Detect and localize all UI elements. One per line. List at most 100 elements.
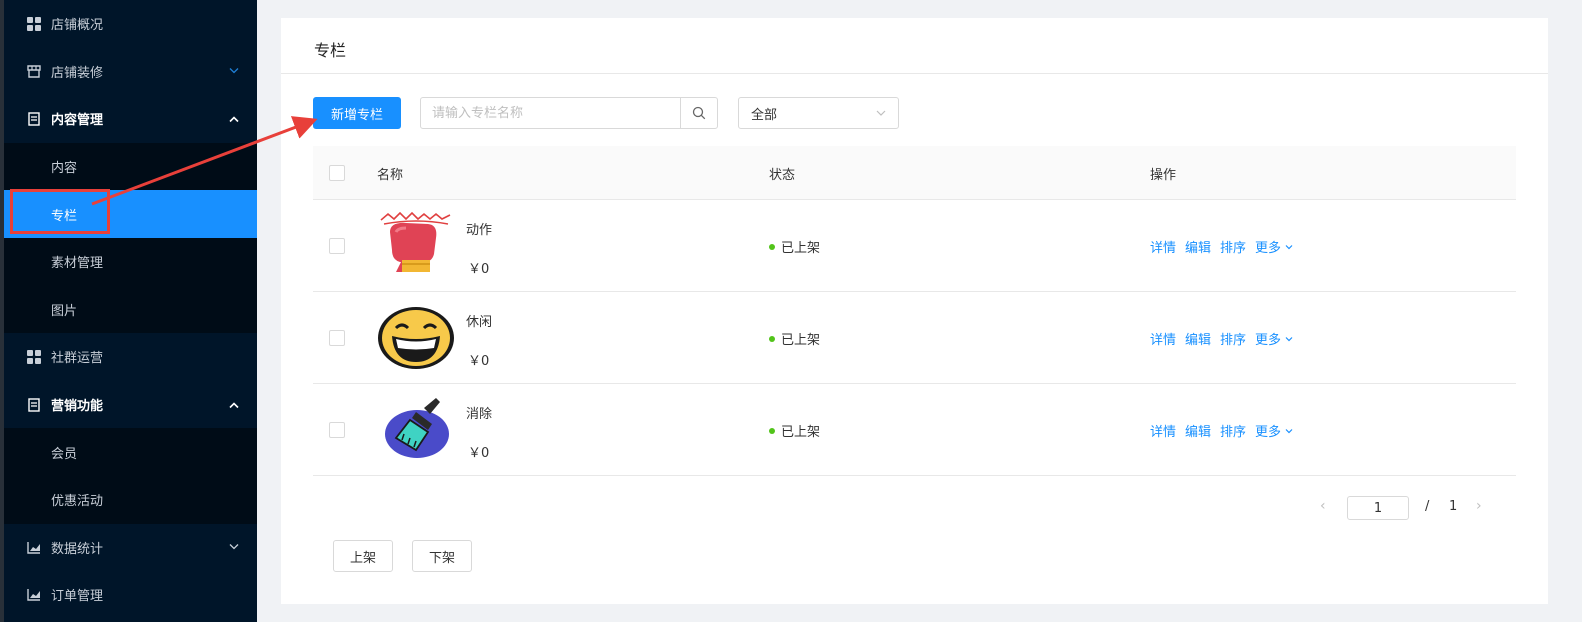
grid-icon [26, 349, 42, 365]
chevron-down-icon [876, 107, 886, 122]
chevron-down-icon [1285, 331, 1293, 346]
sidebar-item-label: 社群运营 [51, 351, 104, 367]
sidebar-item-label: 素材管理 [51, 256, 104, 272]
page-input[interactable] [1347, 496, 1409, 520]
chart-icon [26, 539, 42, 555]
sidebar-item-label: 专栏 [51, 208, 78, 224]
chevron-down-icon [1285, 423, 1293, 438]
filter-value: 全部 [751, 107, 778, 123]
sidebar-item-materials[interactable]: 素材管理 [4, 238, 257, 286]
doc-icon [26, 111, 42, 127]
sidebar-item-label: 图片 [51, 303, 78, 319]
doc-icon [26, 397, 42, 413]
status-text: 已上架 [781, 241, 821, 256]
sort-link[interactable]: 排序 [1220, 329, 1246, 348]
chevron-up-icon [229, 112, 239, 125]
table-header: 名称 状态 操作 [313, 146, 1516, 200]
brush-icon [376, 394, 456, 466]
detail-link[interactable]: 详情 [1150, 329, 1176, 348]
detail-link[interactable]: 详情 [1150, 237, 1176, 256]
more-label: 更多 [1255, 333, 1282, 348]
chevron-up-icon [229, 398, 239, 411]
status-badge: 已上架 [769, 421, 820, 440]
column-table: 名称 状态 操作 动作 ￥0 已上架 详情 编辑 排序 更多 休闲 ￥0 已上架… [313, 146, 1516, 476]
row-name: 休闲 [466, 315, 493, 330]
sidebar-item-images[interactable]: 图片 [4, 286, 257, 334]
row-actions: 详情 编辑 排序 更多 [1150, 237, 1293, 256]
app-root: 店铺概况 店铺装修 内容管理 内容 专栏 素材管理 图片 社群运营 营销功能 会… [0, 0, 1582, 622]
chevron-right-icon[interactable]: › [1476, 498, 1482, 514]
sort-link[interactable]: 排序 [1220, 421, 1246, 440]
search-icon[interactable] [680, 98, 717, 128]
sidebar-item-content-mgmt[interactable]: 内容管理 [4, 95, 257, 143]
sidebar: 店铺概况 店铺装修 内容管理 内容 专栏 素材管理 图片 社群运营 营销功能 会… [0, 0, 257, 622]
sidebar-item-label: 会员 [51, 446, 78, 462]
table-row: 休闲 ￥0 已上架 详情 编辑 排序 更多 [313, 292, 1516, 384]
detail-link[interactable]: 详情 [1150, 421, 1176, 440]
row-name: 动作 [466, 223, 493, 238]
status-badge: 已上架 [769, 237, 820, 256]
status-dot [769, 427, 775, 434]
header-status: 状态 [769, 168, 796, 183]
chevron-down-icon [1285, 239, 1293, 254]
search-input[interactable] [421, 98, 680, 128]
sidebar-submenu-marketing: 会员 优惠活动 [4, 428, 257, 524]
edit-link[interactable]: 编辑 [1185, 237, 1211, 256]
status-filter-select[interactable]: 全部 [738, 97, 899, 129]
grid-icon [26, 16, 42, 32]
sidebar-item-statistics[interactable]: 数据统计 [4, 524, 257, 572]
header-name: 名称 [377, 168, 404, 183]
pagination: ‹ / 1 › [1313, 496, 1493, 520]
chevron-left-icon[interactable]: ‹ [1320, 498, 1326, 514]
chevron-down-icon [229, 542, 239, 553]
edit-link[interactable]: 编辑 [1185, 329, 1211, 348]
more-label: 更多 [1255, 241, 1282, 256]
status-dot [769, 335, 775, 342]
row-name: 消除 [466, 407, 493, 422]
row-price: ￥0 [468, 262, 490, 277]
main-card: 专栏 新增专栏 全部 名称 状态 操作 [281, 18, 1548, 604]
sidebar-item-label: 营销功能 [51, 399, 104, 415]
store-icon [26, 63, 42, 79]
sidebar-item-members[interactable]: 会员 [4, 428, 257, 476]
publish-button[interactable]: 上架 [333, 540, 393, 572]
sidebar-item-column[interactable]: 专栏 [4, 190, 257, 238]
add-column-button[interactable]: 新增专栏 [313, 97, 401, 129]
search-box [420, 97, 718, 129]
sidebar-item-overview[interactable]: 店铺概况 [4, 0, 257, 48]
sidebar-item-content[interactable]: 内容 [4, 143, 257, 191]
more-dropdown[interactable]: 更多 [1255, 237, 1293, 256]
sidebar-item-label: 优惠活动 [51, 494, 104, 510]
sidebar-item-label: 内容管理 [51, 113, 104, 129]
toolbar: 新增专栏 全部 [313, 97, 913, 129]
sidebar-item-decoration[interactable]: 店铺装修 [4, 48, 257, 96]
row-price: ￥0 [468, 354, 490, 369]
sidebar-item-label: 订单管理 [51, 589, 104, 605]
status-text: 已上架 [781, 425, 821, 440]
row-checkbox[interactable] [329, 330, 345, 346]
row-checkbox[interactable] [329, 238, 345, 254]
smiley-face-icon [376, 302, 456, 374]
sidebar-item-label: 数据统计 [51, 541, 104, 557]
header-ops: 操作 [1150, 168, 1177, 183]
unpublish-button[interactable]: 下架 [412, 540, 472, 572]
more-dropdown[interactable]: 更多 [1255, 329, 1293, 348]
sidebar-item-orders[interactable]: 订单管理 [4, 571, 257, 619]
page-total: 1 [1449, 499, 1458, 514]
boxing-glove-icon [376, 210, 456, 282]
table-row: 消除 ￥0 已上架 详情 编辑 排序 更多 [313, 384, 1516, 476]
sidebar-item-label: 店铺装修 [51, 65, 104, 81]
chart-icon [26, 587, 42, 603]
sidebar-item-promotions[interactable]: 优惠活动 [4, 476, 257, 524]
page-title: 专栏 [281, 18, 1548, 74]
row-checkbox[interactable] [329, 422, 345, 438]
select-all-checkbox[interactable] [329, 165, 345, 181]
status-badge: 已上架 [769, 329, 820, 348]
more-dropdown[interactable]: 更多 [1255, 421, 1293, 440]
sidebar-item-community[interactable]: 社群运营 [4, 333, 257, 381]
edit-link[interactable]: 编辑 [1185, 421, 1211, 440]
sidebar-item-marketing[interactable]: 营销功能 [4, 381, 257, 429]
row-actions: 详情 编辑 排序 更多 [1150, 421, 1293, 440]
status-text: 已上架 [781, 333, 821, 348]
sort-link[interactable]: 排序 [1220, 237, 1246, 256]
